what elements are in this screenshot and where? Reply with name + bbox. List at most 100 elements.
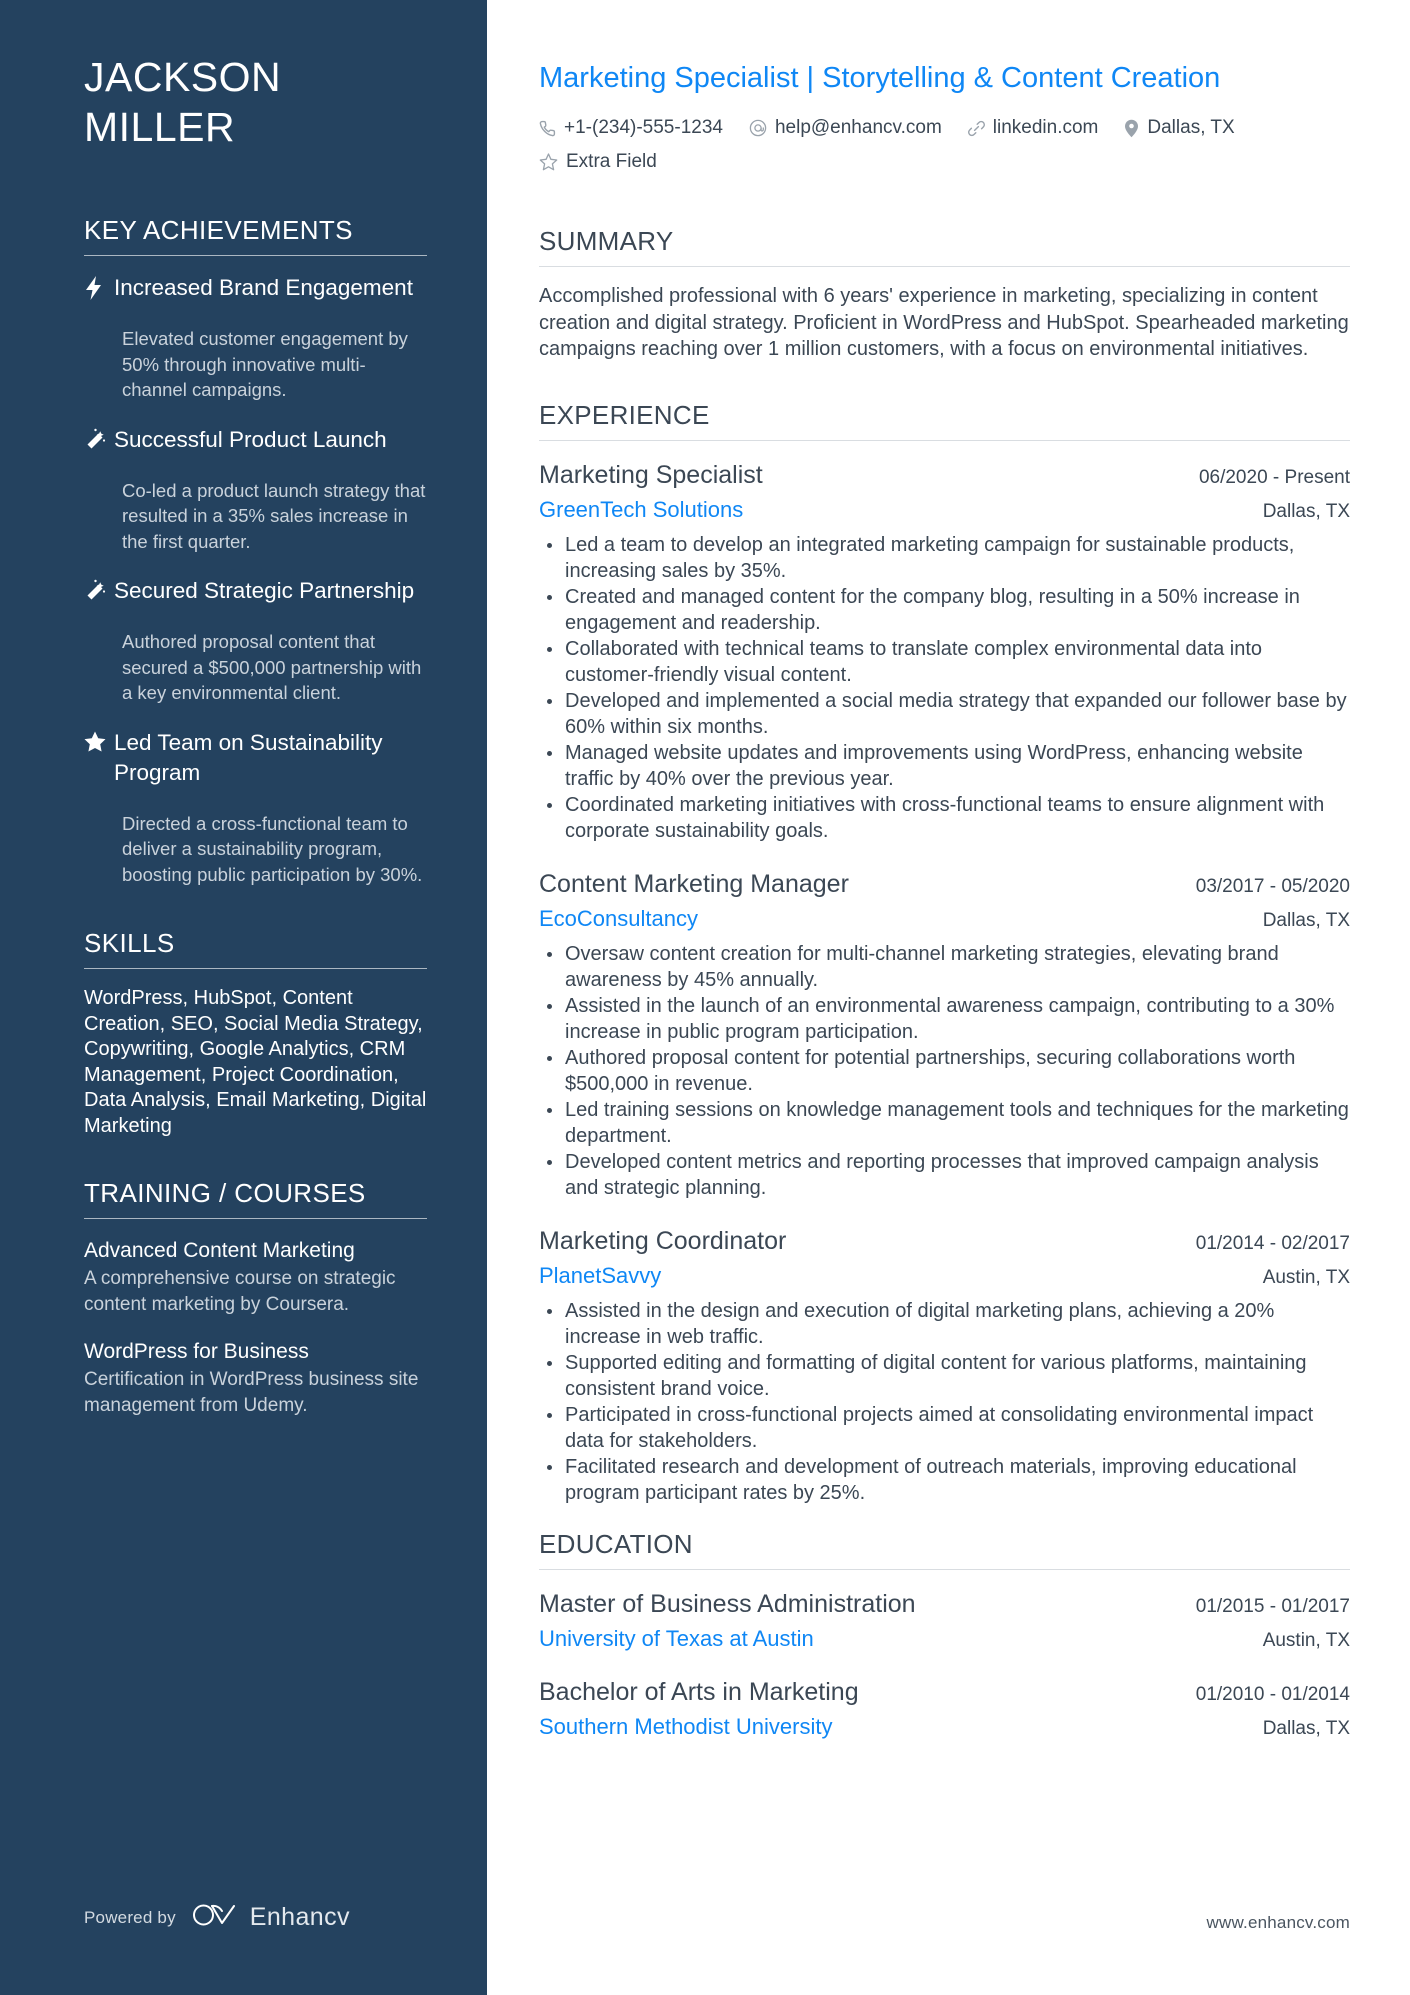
job-bullet: Created and managed content for the comp… (539, 584, 1350, 636)
achievement-title: Secured Strategic Partnership (114, 578, 415, 603)
skills-section: SKILLS WordPress, HubSpot, Content Creat… (84, 927, 427, 1139)
magic-wand-icon (84, 425, 114, 450)
job-company[interactable]: PlanetSavvy (539, 1259, 661, 1292)
achievement-item: Led Team on Sustainability Program Direc… (84, 728, 427, 888)
job-dates: 01/2014 - 02/2017 (1195, 1232, 1350, 1254)
sidebar-footer: Powered by Enhancv (84, 1902, 350, 1933)
experience-heading: EXPERIENCE (539, 399, 710, 430)
contact-linkedin-value: linkedin.com (992, 117, 1099, 138)
achievement-description: Co-led a product launch strategy that re… (122, 479, 426, 552)
section-divider (84, 255, 427, 256)
contact-extra-field[interactable]: Extra Field (539, 147, 657, 177)
experience-entry: Marketing Specialist 06/2020 - Present G… (539, 457, 1350, 844)
enhancv-logo: Enhancv (192, 1902, 350, 1933)
contact-location-value: Dallas, TX (1147, 117, 1235, 138)
link-icon (967, 120, 985, 137)
key-achievements-heading: KEY ACHIEVEMENTS (84, 215, 353, 245)
job-bullet: Developed and implemented a social media… (539, 688, 1350, 740)
key-achievements-section: KEY ACHIEVEMENTS Increased Brand Engagem… (84, 214, 427, 887)
summary-heading: SUMMARY (539, 226, 674, 256)
contact-email[interactable]: help@enhancv.com (749, 113, 942, 143)
degree-title: Master of Business Administration (539, 1589, 916, 1618)
degree-dates: 01/2015 - 01/2017 (1195, 1595, 1350, 1617)
name-last: MILLER (84, 104, 236, 150)
job-bullet: Assisted in the launch of an environment… (539, 993, 1350, 1045)
contact-extra-field-value: Extra Field (566, 151, 657, 172)
at-email-icon (749, 119, 767, 137)
achievement-item: Increased Brand Engagement Elevated cust… (84, 273, 427, 403)
achievement-description: Directed a cross-functional team to deli… (122, 812, 423, 885)
course-description: Certification in WordPress business site… (84, 1369, 419, 1416)
job-company[interactable]: EcoConsultancy (539, 902, 698, 935)
achievement-item: Secured Strategic Partnership Authored p… (84, 576, 427, 706)
degree-title: Bachelor of Arts in Marketing (539, 1677, 859, 1706)
school-name[interactable]: University of Texas at Austin (539, 1622, 814, 1655)
section-divider (84, 1218, 427, 1219)
contact-phone[interactable]: +1-(234)-555-1234 (539, 113, 723, 143)
contact-linkedin[interactable]: linkedin.com (967, 113, 1099, 143)
job-bullet: Facilitated research and development of … (539, 1454, 1350, 1506)
course-description: A comprehensive course on strategic cont… (84, 1268, 396, 1315)
lightning-bolt-icon (84, 273, 114, 300)
job-bullet: Coordinated marketing initiatives with c… (539, 792, 1350, 844)
section-divider (539, 266, 1350, 267)
job-bullet: Led a team to develop an integrated mark… (539, 532, 1350, 584)
experience-entry: Marketing Coordinator 01/2014 - 02/2017 … (539, 1223, 1350, 1506)
experience-entry: Content Marketing Manager 03/2017 - 05/2… (539, 866, 1350, 1201)
job-company[interactable]: GreenTech Solutions (539, 493, 743, 526)
school-location: Austin, TX (1262, 1629, 1350, 1651)
job-bullet: Authored proposal content for potential … (539, 1045, 1350, 1097)
location-pin-icon (1124, 119, 1139, 138)
contact-location[interactable]: Dallas, TX (1124, 113, 1235, 143)
enhancv-wordmark: Enhancv (249, 1903, 350, 1931)
school-name[interactable]: Southern Methodist University (539, 1710, 832, 1743)
job-location: Dallas, TX (1262, 500, 1350, 522)
achievement-title: Successful Product Launch (114, 426, 387, 452)
job-location: Dallas, TX (1262, 909, 1350, 931)
education-section: EDUCATION Master of Business Administrat… (539, 1528, 1350, 1744)
section-divider (539, 439, 1350, 441)
training-courses-heading: TRAINING / COURSES (84, 1178, 366, 1208)
job-bullet: Led training sessions on knowledge manag… (539, 1097, 1350, 1149)
achievement-title: Increased Brand Engagement (114, 275, 413, 300)
degree-dates: 01/2010 - 01/2014 (1195, 1683, 1350, 1705)
job-bullet: Oversaw content creation for multi-chann… (539, 941, 1350, 993)
sidebar: JACKSON MILLER KEY ACHIEVEMENTS Increase… (0, 0, 487, 1995)
contact-phone-value: +1-(234)-555-1234 (564, 117, 723, 138)
powered-by-label: Powered by (84, 1907, 176, 1927)
enhancv-mark-icon (192, 1902, 238, 1933)
job-title: Marketing Specialist (539, 460, 763, 489)
education-entry: Bachelor of Arts in Marketing 01/2010 - … (539, 1674, 1350, 1744)
experience-section: EXPERIENCE Marketing Specialist 06/2020 … (539, 399, 1350, 1506)
job-bullet: Assisted in the design and execution of … (539, 1298, 1350, 1350)
resume-page: JACKSON MILLER KEY ACHIEVEMENTS Increase… (0, 0, 1410, 1995)
achievement-description: Authored proposal content that secured a… (122, 631, 422, 703)
job-dates: 06/2020 - Present (1198, 466, 1350, 488)
main-content: Marketing Specialist | Storytelling & Co… (487, 0, 1410, 1995)
section-divider (539, 1568, 1350, 1570)
job-title: Marketing Coordinator (539, 1226, 787, 1255)
section-divider (84, 968, 427, 969)
star-outline-icon (539, 153, 558, 171)
job-location: Austin, TX (1262, 1266, 1350, 1288)
job-bullets: Led a team to develop an integrated mark… (539, 532, 1350, 844)
job-bullet: Developed content metrics and reporting … (539, 1149, 1350, 1201)
contact-info-bar: +1-(234)-555-1234 help@enhancv.com linke… (539, 113, 1319, 177)
job-bullet: Managed website updates and improvements… (539, 740, 1350, 792)
job-bullet: Supported editing and formatting of digi… (539, 1350, 1350, 1402)
education-heading: EDUCATION (539, 1528, 693, 1559)
magic-wand-icon (84, 576, 114, 601)
phone-icon (539, 120, 556, 137)
footer-website-url[interactable]: www.enhancv.com (1207, 1913, 1350, 1933)
job-bullet: Collaborated with technical teams to tra… (539, 636, 1350, 688)
achievement-description: Elevated customer engagement by 50% thro… (122, 328, 408, 400)
summary-section: SUMMARY Accomplished professional with 6… (539, 225, 1350, 363)
job-bullets: Oversaw content creation for multi-chann… (539, 941, 1350, 1201)
contact-email-value: help@enhancv.com (774, 117, 942, 138)
course-item: WordPress for Business Certification in … (84, 1337, 427, 1418)
achievement-title: Led Team on Sustainability Program (114, 729, 383, 785)
skills-heading: SKILLS (84, 928, 175, 958)
course-title: Advanced Content Marketing (84, 1239, 355, 1262)
summary-text: Accomplished professional with 6 years' … (539, 285, 1349, 360)
star-icon (84, 728, 114, 752)
